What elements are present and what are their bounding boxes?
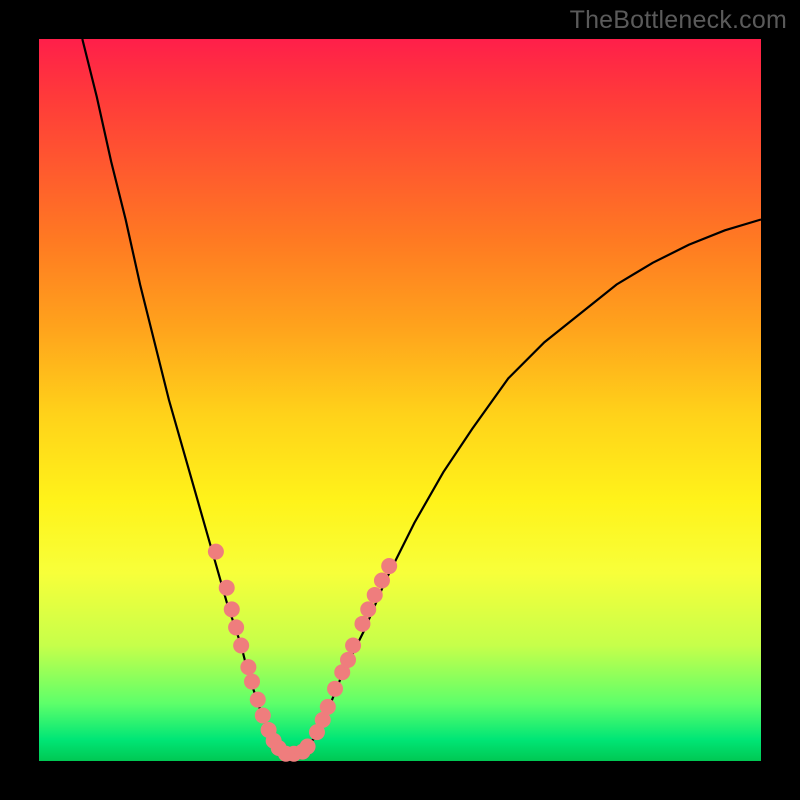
data-marker xyxy=(345,637,361,653)
data-marker xyxy=(327,681,343,697)
bottleneck-curve xyxy=(82,39,761,757)
data-marker xyxy=(381,558,397,574)
data-marker xyxy=(360,601,376,617)
chart-frame: TheBottleneck.com xyxy=(0,0,800,800)
data-marker xyxy=(208,544,224,560)
data-marker xyxy=(250,692,266,708)
data-marker xyxy=(354,616,370,632)
data-marker xyxy=(224,601,240,617)
data-marker xyxy=(244,674,260,690)
data-marker xyxy=(320,699,336,715)
data-marker xyxy=(233,637,249,653)
data-marker xyxy=(219,580,235,596)
data-marker xyxy=(374,573,390,589)
data-marker xyxy=(255,708,271,724)
data-marker xyxy=(240,659,256,675)
chart-overlay xyxy=(39,39,761,761)
data-markers xyxy=(208,544,397,762)
data-marker xyxy=(300,739,316,755)
data-marker xyxy=(228,619,244,635)
data-marker xyxy=(367,587,383,603)
data-marker xyxy=(340,652,356,668)
watermark-text: TheBottleneck.com xyxy=(570,6,787,35)
